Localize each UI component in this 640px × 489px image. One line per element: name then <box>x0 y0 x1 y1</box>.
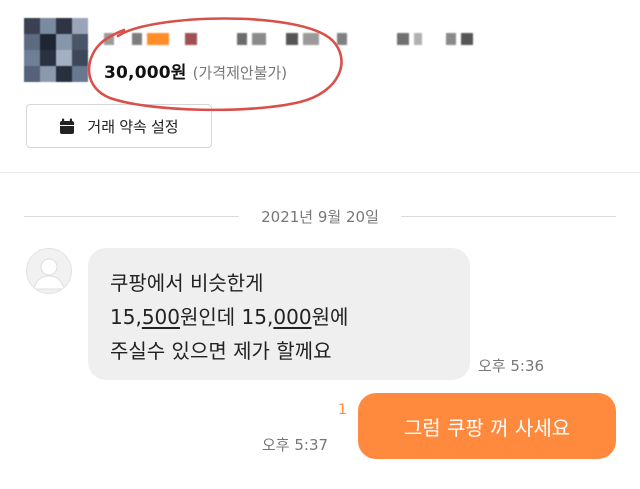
message-line-3: 주실수 있으면 제가 할께요 <box>110 339 332 363</box>
calendar-icon <box>60 118 75 134</box>
thumbnail-pixel <box>72 18 88 34</box>
item-header: 30,000원 (가격제안불가) 거래 약속 설정 <box>0 0 640 172</box>
thumbnail-pixel <box>56 50 72 66</box>
blurred-block <box>461 33 473 45</box>
default-profile-icon <box>33 258 65 290</box>
thumbnail-pixel <box>24 66 40 82</box>
thumbnail-pixel <box>72 34 88 50</box>
blurred-block <box>185 33 197 45</box>
date-label: 2021년 9월 20일 <box>261 207 379 226</box>
thumbnail-pixel <box>24 34 40 50</box>
price-negotiation-note: (가격제안불가) <box>192 64 288 82</box>
blurred-block <box>324 33 332 45</box>
message-line-2: 15,500원인데 15,000원에 <box>110 300 448 334</box>
blurred-block <box>252 33 266 45</box>
thumbnail-pixel <box>40 18 56 34</box>
blurred-block <box>202 33 232 45</box>
date-separator: 2021년 9월 20일 <box>24 204 616 228</box>
thumbnail-pixel <box>72 66 88 82</box>
thumbnail-pixel <box>56 18 72 34</box>
incoming-message-bubble[interactable]: 쿠팡에서 비슷한게 15,500원인데 15,000원에 주실수 있으면 제가 … <box>88 248 470 380</box>
thumbnail-pixel <box>40 50 56 66</box>
unread-count: 1 <box>338 402 347 418</box>
thumbnail-pixel <box>72 50 88 66</box>
blurred-block <box>132 33 142 45</box>
blurred-block <box>303 33 319 45</box>
blurred-block <box>237 33 247 45</box>
thumbnail-pixel <box>56 66 72 82</box>
blurred-block <box>414 33 422 45</box>
blurred-block <box>446 33 456 45</box>
item-price: 30,000원 <box>104 63 187 83</box>
underlined-number: 000 <box>273 305 312 329</box>
set-appointment-label: 거래 약속 설정 <box>87 118 179 136</box>
blurred-block <box>271 33 281 45</box>
message-text: 원에 <box>311 305 349 329</box>
thumbnail-pixel <box>40 34 56 50</box>
buyer-avatar[interactable] <box>26 248 72 294</box>
date-line-right <box>400 215 616 217</box>
incoming-timestamp: 오후 5:36 <box>478 357 545 375</box>
outgoing-message-text: 그럼 쿠팡 꺼 사세요 <box>403 415 571 440</box>
thumbnail-pixel <box>56 34 72 50</box>
blurred-block <box>397 33 409 45</box>
outgoing-timestamp: 오후 5:37 <box>262 436 329 454</box>
message-text: 15, <box>110 305 142 329</box>
thumbnail-pixel <box>24 50 40 66</box>
message-text: 원인데 15, <box>180 305 274 329</box>
blurred-block <box>174 33 180 45</box>
message-line-1: 쿠팡에서 비슷한게 <box>110 271 264 295</box>
blurred-block <box>286 33 298 45</box>
blurred-block <box>104 33 114 45</box>
blurred-block <box>352 33 392 45</box>
blurred-block <box>119 33 127 45</box>
item-thumbnail[interactable] <box>24 18 88 82</box>
outgoing-message-bubble[interactable]: 그럼 쿠팡 꺼 사세요 <box>358 393 616 459</box>
blurred-block <box>337 33 347 45</box>
blurred-item-title <box>104 30 478 48</box>
blurred-block <box>147 33 169 45</box>
header-divider <box>0 172 640 173</box>
blurred-block <box>427 33 441 45</box>
date-line-left <box>24 215 240 217</box>
price-line: 30,000원 (가격제안불가) <box>104 58 287 83</box>
set-appointment-button[interactable]: 거래 약속 설정 <box>26 104 212 148</box>
thumbnail-pixel <box>24 18 40 34</box>
thumbnail-pixel <box>40 66 56 82</box>
underlined-number: 500 <box>141 305 180 329</box>
